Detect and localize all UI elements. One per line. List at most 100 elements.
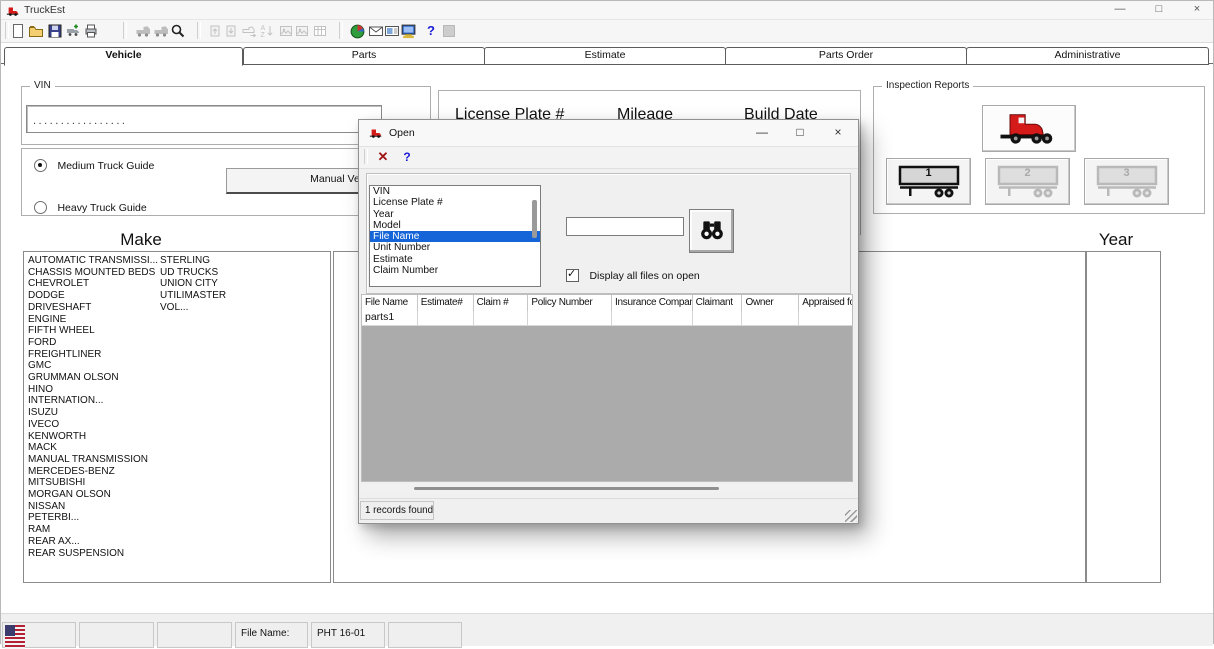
heavy-truck-guide-radio[interactable] (34, 201, 47, 214)
year-list[interactable] (1086, 251, 1161, 583)
search-field-option[interactable]: Model (370, 220, 540, 231)
make-list-item[interactable]: HINO (28, 384, 158, 396)
search-field-option-selected[interactable]: File Name (370, 231, 540, 242)
column-header[interactable]: Estimate# (418, 295, 474, 311)
find-button[interactable] (689, 209, 734, 253)
make-list-item[interactable]: VOL... (160, 302, 226, 314)
trailer-2-inspection-button[interactable]: 2 (985, 158, 1070, 205)
workstation-button[interactable] (399, 22, 417, 40)
page-down-button[interactable] (222, 22, 240, 40)
tab-estimate[interactable]: Estimate (484, 47, 726, 65)
tab-parts[interactable]: Parts (243, 47, 485, 65)
minimize-button[interactable]: — (1105, 1, 1135, 19)
truck-detail-button[interactable] (152, 22, 170, 40)
make-list-item[interactable]: KENWORTH (28, 431, 158, 443)
vin-input[interactable] (26, 105, 382, 133)
search-field-option[interactable]: Estimate (370, 254, 540, 265)
transfer-vehicle-button[interactable] (240, 22, 258, 40)
make-list-item[interactable]: MERCEDES-BENZ (28, 466, 158, 478)
print-button[interactable] (82, 22, 100, 40)
sort-az-icon: AZ (259, 23, 275, 39)
dialog-cancel-tool-button[interactable]: ✕ (373, 148, 393, 166)
make-list-item[interactable]: UNION CITY (160, 278, 226, 290)
totals-button[interactable] (348, 22, 366, 40)
table-row[interactable]: parts1 (362, 311, 852, 326)
status-panel (79, 622, 154, 648)
make-list-item[interactable]: DRIVESHAFT (28, 302, 158, 314)
column-header[interactable]: Claim # (474, 295, 529, 311)
trailer-1-inspection-button[interactable]: 1 (886, 158, 971, 205)
results-table[interactable]: File Name Estimate# Claim # Policy Numbe… (361, 294, 853, 482)
search-field-option[interactable]: License Plate # (370, 197, 540, 208)
make-list-item[interactable]: CHASSIS MOUNTED BEDS (28, 267, 158, 279)
tab-administrative[interactable]: Administrative (966, 47, 1209, 65)
make-list-item[interactable]: MORGAN OLSON (28, 489, 158, 501)
make-list-item[interactable]: REAR AX... (28, 536, 158, 548)
make-list-item[interactable]: GRUMMAN OLSON (28, 372, 158, 384)
scrollbar-thumb[interactable] (414, 487, 719, 490)
new-file-button[interactable] (9, 22, 27, 40)
column-header[interactable]: Policy Number (528, 295, 612, 311)
import-vehicle-button[interactable] (64, 22, 82, 40)
make-list-item[interactable]: NISSAN (28, 501, 158, 513)
dialog-minimize-button[interactable]: — (749, 124, 775, 142)
zoom-button[interactable] (169, 22, 187, 40)
make-list-item[interactable]: MITSUBISHI (28, 477, 158, 489)
dialog-close-button[interactable]: × (825, 124, 851, 142)
make-list-item[interactable]: FREIGHTLINER (28, 349, 158, 361)
list-scrollbar-thumb[interactable] (532, 200, 537, 238)
search-field-list[interactable]: VIN License Plate # Year Model File Name… (369, 185, 541, 287)
help-button[interactable]: ? (422, 22, 440, 40)
column-header[interactable]: File Name (362, 295, 418, 311)
search-field-option[interactable]: Unit Number (370, 242, 540, 253)
display-all-files-checkbox[interactable] (566, 269, 579, 282)
make-list-item[interactable]: FIFTH WHEEL (28, 325, 158, 337)
search-field-option[interactable]: Year (370, 209, 540, 220)
tractor-inspection-button[interactable] (982, 105, 1076, 152)
sort-button[interactable]: AZ (258, 22, 276, 40)
make-list-item[interactable]: ENGINE (28, 314, 158, 326)
make-list-item[interactable]: GMC (28, 360, 158, 372)
trailer-3-inspection-button[interactable]: 3 (1084, 158, 1169, 205)
make-list-item[interactable]: CHEVROLET (28, 278, 158, 290)
make-list-item[interactable]: IVECO (28, 419, 158, 431)
make-list-item[interactable]: PETERBI... (28, 512, 158, 524)
disabled-tool-button[interactable] (440, 22, 458, 40)
make-list[interactable]: AUTOMATIC TRANSMISSI...CHASSIS MOUNTED B… (23, 251, 331, 583)
dialog-maximize-button[interactable]: □ (787, 124, 813, 142)
make-list-item[interactable]: UTILIMASTER (160, 290, 226, 302)
close-button[interactable]: × (1182, 1, 1212, 19)
grid-view-button[interactable] (311, 22, 329, 40)
tab-parts-order[interactable]: Parts Order (725, 47, 967, 65)
search-field-option[interactable]: VIN (370, 186, 540, 197)
make-list-item[interactable]: FORD (28, 337, 158, 349)
toolbar-separator (197, 22, 201, 39)
truck-lookup-button[interactable] (134, 22, 152, 40)
image-edit-button[interactable] (293, 22, 311, 40)
resize-grip[interactable] (845, 510, 857, 522)
open-file-button[interactable] (27, 22, 45, 40)
column-header[interactable]: Insurance Company (612, 295, 693, 311)
make-list-item[interactable]: STERLING (160, 255, 226, 267)
restore-button[interactable]: □ (1144, 1, 1174, 19)
make-list-item[interactable]: RAM (28, 524, 158, 536)
column-header[interactable]: Claimant (693, 295, 743, 311)
make-list-item[interactable]: AUTOMATIC TRANSMISSI... (28, 255, 158, 267)
make-list-item[interactable]: DODGE (28, 290, 158, 302)
medium-truck-guide-radio[interactable] (34, 159, 47, 172)
column-header[interactable]: Appraised fo (799, 295, 852, 311)
search-field-option[interactable]: Claim Number (370, 265, 540, 276)
make-list-item[interactable]: INTERNATION... (28, 395, 158, 407)
tab-vehicle[interactable]: Vehicle (4, 47, 243, 66)
search-value-input[interactable] (566, 217, 684, 236)
make-list-item[interactable]: MACK (28, 442, 158, 454)
toolbar-separator (364, 149, 368, 164)
make-list-item[interactable]: UD TRUCKS (160, 267, 226, 279)
make-list-item[interactable]: REAR SUSPENSION (28, 548, 158, 560)
dialog-help-tool-button[interactable]: ? (397, 148, 417, 166)
make-list-item[interactable]: MANUAL TRANSMISSION (28, 454, 158, 466)
save-button[interactable] (46, 22, 64, 40)
table-horizontal-scrollbar[interactable] (361, 484, 853, 493)
make-list-item[interactable]: ISUZU (28, 407, 158, 419)
column-header[interactable]: Owner (742, 295, 799, 311)
